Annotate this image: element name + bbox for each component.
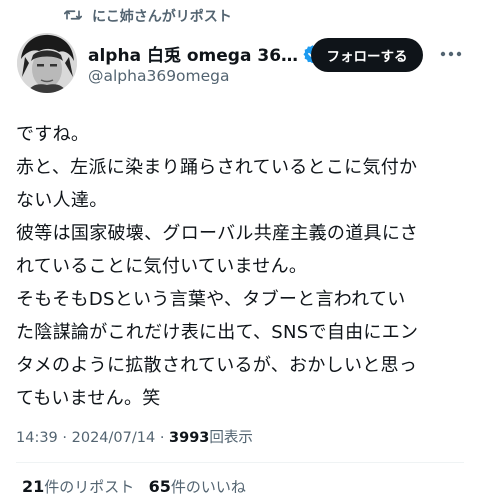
tweet-text: ですね。 赤と、左派に染まり踊らされているとこに気付か ない人達。 彼等は国家破… (16, 118, 472, 415)
reposts-count: 21 (22, 477, 45, 496)
reposts-stat[interactable]: 21件のリポスト (22, 477, 135, 496)
tweet-line: そもそもDSという言葉や、タブーと言われてい (16, 289, 406, 310)
views-count: 3993 (169, 430, 210, 446)
divider (16, 462, 464, 463)
meta-separator: · (62, 430, 68, 446)
tweet-line: 赤と、左派に染まり踊らされているとこに気付か (16, 157, 418, 178)
tweet-line: れていることに気付いていません。 (16, 256, 308, 277)
repost-label[interactable]: にこ姉さんがリポスト (92, 6, 232, 26)
tweet-line: タメのように拡散されているが、おかしいと思っ (16, 355, 418, 376)
tweet-line: ない人達。 (16, 190, 108, 211)
repost-icon (64, 10, 82, 20)
tweet-line: た陰謀論がこれだけ表に出て、SNSで自由にエン (16, 322, 419, 343)
tweet-line: ですね。 (16, 124, 90, 145)
author-handle[interactable]: @alpha369omega (88, 67, 230, 85)
tweet-line: 彼等は国家破壊、グローバル共産主義の道具にさ (16, 223, 419, 244)
more-options-icon[interactable] (437, 44, 465, 64)
author-name-row[interactable]: alpha 白兎 omega 36… (88, 41, 322, 66)
avatar[interactable] (17, 33, 77, 93)
follow-button[interactable]: フォローする (311, 38, 423, 72)
likes-count: 65 (148, 477, 171, 496)
tweet-line: てもいません。笑 (16, 388, 161, 409)
avatar-image (17, 33, 77, 93)
author-display-name[interactable]: alpha 白兎 omega 36… (88, 41, 298, 66)
tweet-time[interactable]: 14:39 (16, 430, 58, 446)
likes-label: 件のいいね (170, 478, 246, 496)
tweet-date[interactable]: 2024/07/14 (72, 430, 156, 446)
tweet-stats: 21件のリポスト 65件のいいね (22, 476, 246, 497)
views-label: 回表示 (209, 430, 253, 446)
repost-header[interactable]: にこ姉さんがリポスト (0, 0, 480, 30)
likes-stat[interactable]: 65件のいいね (148, 477, 246, 496)
meta-separator: · (159, 430, 165, 446)
reposts-label: 件のリポスト (44, 478, 135, 496)
tweet-meta: 14:39 · 2024/07/14 · 3993回表示 (16, 426, 253, 447)
